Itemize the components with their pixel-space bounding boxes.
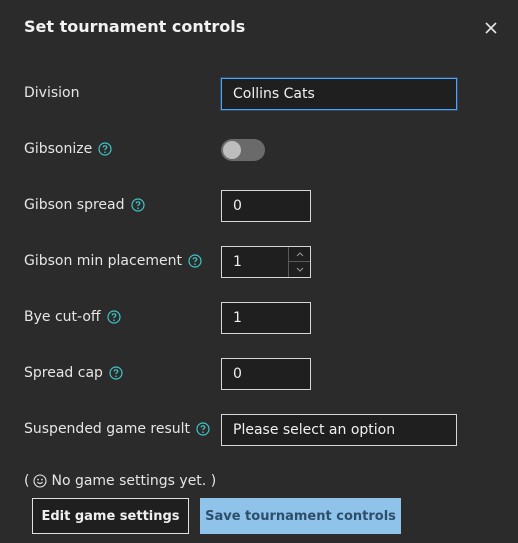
row-gibson-spread: Gibson spread 0 — [0, 190, 518, 222]
row-gibson-min-placement: Gibson min placement 1 — [0, 246, 518, 278]
row-division: Division Collins Cats — [0, 78, 518, 110]
tournament-controls-dialog: Set tournament controls Division Collins… — [0, 0, 518, 543]
division-input[interactable]: Collins Cats — [221, 78, 457, 110]
division-label: Division — [24, 85, 80, 101]
toggle-knob — [223, 141, 241, 159]
game-settings-note: ( No game settings yet. ) — [24, 473, 217, 489]
chevron-up-icon — [296, 251, 303, 256]
bye-cutoff-input[interactable]: 1 — [221, 302, 311, 334]
spread-cap-label: Spread cap — [24, 365, 123, 381]
spread-cap-input[interactable]: 0 — [221, 358, 311, 390]
row-spread-cap: Spread cap 0 — [0, 358, 518, 390]
row-bye-cutoff: Bye cut-off 1 — [0, 302, 518, 334]
edit-game-settings-button[interactable]: Edit game settings — [32, 498, 189, 534]
suspended-game-result-label: Suspended game result — [24, 421, 210, 437]
stepper-up-button[interactable] — [289, 247, 310, 262]
help-icon[interactable] — [98, 142, 112, 156]
close-icon[interactable] — [480, 17, 502, 39]
save-tournament-controls-button[interactable]: Save tournament controls — [200, 498, 401, 534]
row-gibsonize: Gibsonize — [0, 134, 518, 166]
gibson-spread-label: Gibson spread — [24, 197, 145, 213]
help-icon[interactable] — [196, 422, 210, 436]
smile-icon — [33, 474, 48, 488]
bye-cutoff-label: Bye cut-off — [24, 309, 121, 325]
row-suspended-game-result: Suspended game result Please select an o… — [0, 414, 518, 446]
gibson-min-placement-label: Gibson min placement — [24, 253, 202, 269]
dialog-header: Set tournament controls — [0, 0, 518, 56]
help-icon[interactable] — [130, 198, 145, 212]
help-icon[interactable] — [109, 366, 123, 380]
suspended-game-result-select[interactable]: Please select an option — [221, 414, 457, 446]
gibsonize-toggle[interactable] — [221, 139, 265, 161]
help-icon[interactable] — [106, 310, 121, 324]
dialog-title: Set tournament controls — [24, 17, 246, 36]
chevron-down-icon — [296, 267, 303, 272]
gibson-spread-input[interactable]: 0 — [221, 190, 311, 222]
stepper-down-button[interactable] — [289, 262, 310, 277]
gibsonize-label: Gibsonize — [24, 141, 112, 157]
gibson-min-placement-input[interactable]: 1 — [221, 246, 311, 278]
help-icon[interactable] — [188, 254, 202, 268]
quantity-stepper — [288, 247, 310, 277]
